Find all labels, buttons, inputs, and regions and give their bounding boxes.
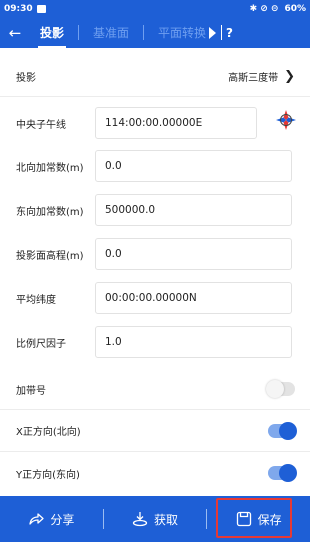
- x-direction-toggle[interactable]: [268, 421, 297, 440]
- average-latitude-label: 平均纬度: [16, 294, 56, 306]
- x-direction-row: X正方向(北向): [0, 410, 310, 452]
- arrow-left-icon[interactable]: ←: [0, 24, 30, 42]
- average-latitude-row: 平均纬度 00:00:00.00000N: [0, 278, 310, 318]
- toggle-knob: [279, 464, 297, 482]
- system-icons: ✱ ⊘ ⊝: [249, 3, 279, 14]
- scale-factor-label: 比例尺因子: [16, 338, 66, 350]
- share-icon: [29, 513, 44, 525]
- north-offset-input[interactable]: 0.0: [95, 150, 292, 182]
- projection-value: 高斯三度带: [228, 73, 279, 84]
- notification-icon: [36, 4, 46, 13]
- projection-height-input[interactable]: 0.0: [95, 238, 292, 270]
- play-arrow-icon[interactable]: [209, 26, 217, 39]
- share-button[interactable]: 分享: [0, 496, 103, 542]
- tab-divider: [78, 25, 80, 40]
- projection-height-label: 投影面高程(m): [16, 250, 84, 262]
- east-offset-label: 东向加常数(m): [16, 206, 84, 218]
- add-zone-toggle[interactable]: [266, 380, 295, 398]
- projection-height-row: 投影面高程(m) 0.0: [0, 234, 310, 274]
- east-offset-row: 东向加常数(m) 500000.0: [0, 190, 310, 230]
- status-bar: 09:30 ✱ ⊘ ⊝ 60%: [0, 0, 310, 17]
- share-label: 分享: [50, 512, 75, 527]
- tab-projection[interactable]: 投影: [30, 24, 74, 48]
- help-button[interactable]: ?: [226, 26, 233, 40]
- average-latitude-input[interactable]: 00:00:00.00000N: [95, 282, 292, 314]
- status-time: 09:30: [4, 3, 33, 14]
- compass-icon[interactable]: [276, 110, 296, 130]
- menu-divider: [221, 25, 223, 40]
- tab-divider: [143, 25, 145, 40]
- app-bar: ← 投影 基准面 平面转换 ?: [0, 17, 310, 48]
- fetch-label: 获取: [154, 512, 179, 527]
- projection-label: 投影: [16, 73, 36, 84]
- y-direction-toggle[interactable]: [268, 464, 297, 482]
- east-offset-input[interactable]: 500000.0: [95, 194, 292, 226]
- add-zone-label: 加带号: [16, 385, 46, 397]
- toggle-knob: [266, 380, 284, 398]
- scale-factor-input[interactable]: 1.0: [95, 326, 292, 358]
- y-direction-label: Y正方向(东向): [16, 469, 80, 481]
- status-icons: ✱ ⊘ ⊝ 60%: [250, 4, 306, 14]
- battery-level: 60%: [284, 3, 306, 14]
- north-offset-row: 北向加常数(m) 0.0: [0, 146, 310, 186]
- projection-row[interactable]: 投影 高斯三度带 ❯: [0, 57, 310, 97]
- download-icon: [132, 512, 148, 527]
- x-direction-label: X正方向(北向): [16, 427, 81, 438]
- north-offset-label: 北向加常数(m): [16, 162, 84, 174]
- tab-datum[interactable]: 基准面: [83, 24, 139, 41]
- central-meridian-row: 中央子午线 114:00:00.00000E: [0, 103, 310, 143]
- add-zone-row: 加带号: [0, 369, 310, 410]
- tab-plane-transform[interactable]: 平面转换: [148, 24, 208, 41]
- scale-factor-row: 比例尺因子 1.0: [0, 322, 310, 362]
- central-meridian-label: 中央子午线: [16, 119, 66, 131]
- chevron-right-icon: ❯: [284, 69, 295, 84]
- toggle-knob: [279, 421, 297, 440]
- central-meridian-input[interactable]: 114:00:00.00000E: [95, 107, 257, 139]
- y-direction-row: Y正方向(东向): [0, 452, 310, 494]
- fetch-button[interactable]: 获取: [104, 496, 207, 542]
- save-highlight-frame: [216, 498, 292, 538]
